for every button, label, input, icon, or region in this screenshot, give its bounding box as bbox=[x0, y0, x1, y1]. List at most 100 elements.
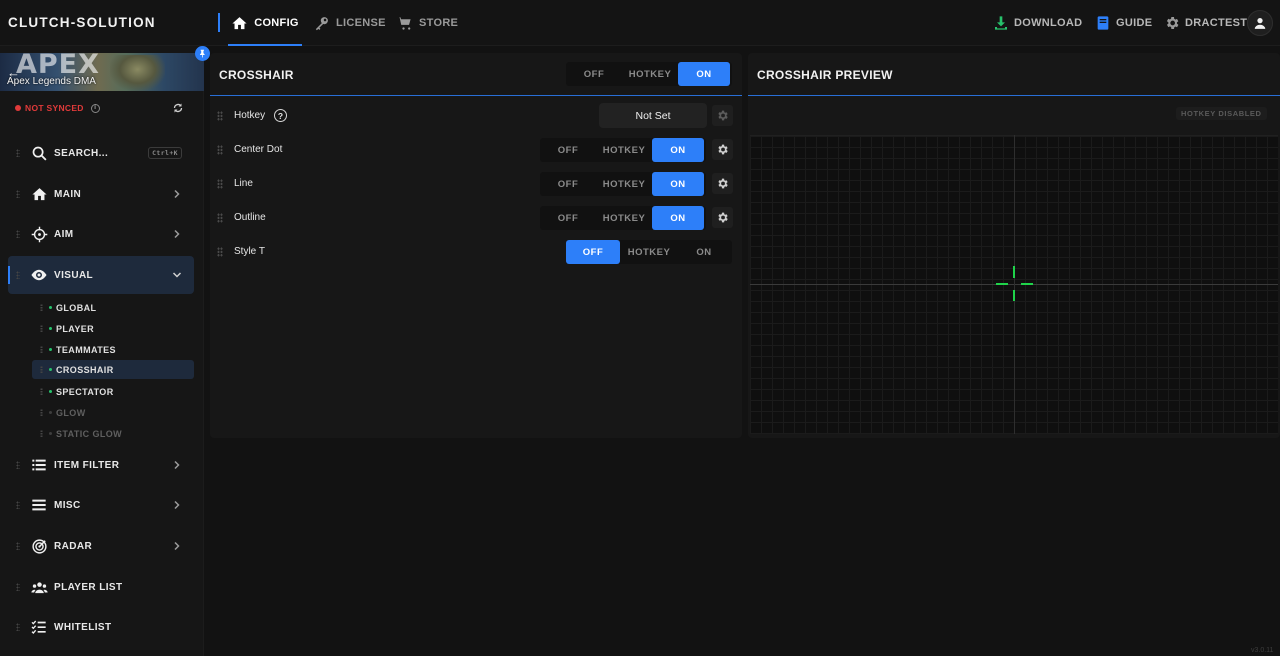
drag-handle-icon[interactable] bbox=[217, 247, 223, 257]
drag-handle-icon[interactable] bbox=[40, 430, 43, 437]
toggle-off-option[interactable]: OFF bbox=[540, 138, 596, 162]
toggle-hotkey-option[interactable]: HOTKEY bbox=[622, 62, 678, 86]
cart-icon bbox=[397, 16, 411, 30]
sidebar: APEX ← Apex Legends DMA NOT SYNCED i SEA… bbox=[0, 46, 204, 656]
drag-handle-icon[interactable] bbox=[217, 111, 223, 121]
tab-license[interactable]: LICENSE bbox=[313, 0, 386, 46]
sidebar-subitem-label: CROSSHAIR bbox=[56, 364, 114, 375]
sidebar-item-item-filter[interactable]: ITEM FILTER bbox=[8, 446, 194, 484]
drag-handle-icon[interactable] bbox=[16, 501, 20, 509]
menu-icon bbox=[30, 496, 48, 514]
drag-handle-icon[interactable] bbox=[217, 213, 223, 223]
drag-handle-icon[interactable] bbox=[40, 366, 43, 373]
drag-handle-icon[interactable] bbox=[16, 271, 20, 279]
drag-handle-icon[interactable] bbox=[217, 145, 223, 155]
style-t-toggle[interactable]: OFF HOTKEY ON bbox=[566, 240, 732, 264]
sidebar-subitem-crosshair[interactable]: CROSSHAIR bbox=[32, 360, 194, 379]
hotkey-bind-button[interactable]: Not Set bbox=[599, 103, 707, 128]
tab-store[interactable]: STORE bbox=[396, 0, 458, 46]
line-row-label: Line bbox=[234, 178, 253, 189]
sidebar-item-label: MAIN bbox=[54, 188, 82, 200]
tab-config[interactable]: CONFIG bbox=[228, 0, 302, 46]
sidebar-item-misc[interactable]: MISC bbox=[8, 486, 194, 524]
sidebar-subitem-player[interactable]: PLAYER bbox=[32, 319, 194, 338]
refresh-icon[interactable] bbox=[172, 102, 184, 114]
sidebar-item-main[interactable]: MAIN bbox=[8, 175, 194, 213]
gear-icon bbox=[718, 144, 728, 155]
radar-icon bbox=[30, 537, 48, 555]
status-dot-icon bbox=[15, 105, 21, 111]
sidebar-subitem-global[interactable]: GLOBAL bbox=[32, 298, 194, 317]
toggle-on-option[interactable]: ON bbox=[652, 172, 704, 196]
hotkey-settings-button[interactable] bbox=[712, 105, 733, 126]
gear-icon bbox=[718, 178, 728, 189]
avatar[interactable] bbox=[1247, 10, 1273, 36]
enabled-dot-icon bbox=[49, 306, 52, 309]
drag-handle-icon[interactable] bbox=[16, 623, 20, 631]
guide-button[interactable]: GUIDE bbox=[1095, 0, 1152, 46]
sidebar-item-visual[interactable]: VISUAL bbox=[8, 256, 194, 294]
sidebar-search[interactable]: SEARCH... Ctrl+K bbox=[8, 134, 194, 172]
sidebar-item-aim[interactable]: AIM bbox=[8, 215, 194, 253]
toggle-hotkey-option[interactable]: HOTKEY bbox=[620, 240, 678, 264]
outline-toggle[interactable]: OFF HOTKEY ON bbox=[540, 206, 706, 230]
toggle-hotkey-option[interactable]: HOTKEY bbox=[596, 138, 652, 162]
toggle-on-option[interactable]: ON bbox=[678, 240, 730, 264]
sidebar-subitem-label: TEAMMATES bbox=[56, 344, 116, 355]
crosshair-master-toggle[interactable]: OFF HOTKEY ON bbox=[566, 62, 732, 86]
account-settings-button[interactable]: DRACTEST bbox=[1164, 0, 1247, 46]
game-banner[interactable]: APEX ← Apex Legends DMA bbox=[0, 53, 204, 91]
tab-store-label: STORE bbox=[419, 17, 459, 29]
sidebar-item-player-list[interactable]: PLAYER LIST bbox=[8, 568, 194, 606]
toggle-hotkey-option[interactable]: HOTKEY bbox=[596, 172, 652, 196]
center-dot-toggle[interactable]: OFF HOTKEY ON bbox=[540, 138, 706, 162]
brand-logo[interactable]: CLUTCH-SOLUTION bbox=[8, 15, 156, 30]
drag-handle-icon[interactable] bbox=[16, 230, 20, 238]
toggle-on-option[interactable]: ON bbox=[652, 138, 704, 162]
preview-title: CROSSHAIR PREVIEW bbox=[757, 68, 893, 82]
drag-handle-icon[interactable] bbox=[40, 409, 43, 416]
toggle-off-option[interactable]: OFF bbox=[566, 240, 620, 264]
sidebar-item-radar[interactable]: RADAR bbox=[8, 527, 194, 565]
drag-handle-icon[interactable] bbox=[16, 190, 20, 198]
chevron-right-icon bbox=[174, 500, 180, 510]
chevron-right-icon bbox=[174, 229, 180, 239]
center-dot-settings-button[interactable] bbox=[712, 139, 733, 160]
toggle-off-option[interactable]: OFF bbox=[540, 206, 596, 230]
pin-icon[interactable] bbox=[195, 46, 210, 61]
toggle-hotkey-option[interactable]: HOTKEY bbox=[596, 206, 652, 230]
help-icon[interactable]: ? bbox=[274, 109, 287, 122]
toggle-on-option[interactable]: ON bbox=[652, 206, 704, 230]
toggle-off-option[interactable]: OFF bbox=[540, 172, 596, 196]
drag-handle-icon[interactable] bbox=[16, 542, 20, 550]
info-icon[interactable]: i bbox=[90, 103, 100, 113]
drag-handle-icon[interactable] bbox=[40, 346, 43, 353]
eye-icon bbox=[30, 266, 48, 284]
line-settings-button[interactable] bbox=[712, 173, 733, 194]
drag-handle-icon[interactable] bbox=[16, 583, 20, 591]
preview-axis-vertical bbox=[1014, 135, 1015, 434]
drag-handle-icon[interactable] bbox=[217, 179, 223, 189]
top-bar: CLUTCH-SOLUTION CONFIG LICENSE STORE DOW… bbox=[0, 0, 1280, 46]
drag-handle-icon[interactable] bbox=[40, 388, 43, 395]
sidebar-subitem-spectator[interactable]: SPECTATOR bbox=[32, 382, 194, 401]
crosshair-line-left bbox=[996, 283, 1008, 285]
chevron-right-icon bbox=[174, 541, 180, 551]
sidebar-subitem-static-glow[interactable]: STATIC GLOW bbox=[32, 424, 194, 443]
outline-settings-button[interactable] bbox=[712, 207, 733, 228]
sidebar-item-whitelist[interactable]: WHITELIST bbox=[8, 608, 194, 646]
sidebar-subitem-teammates[interactable]: TEAMMATES bbox=[32, 340, 194, 359]
drag-handle-icon[interactable] bbox=[16, 461, 20, 469]
drag-handle-icon[interactable] bbox=[40, 325, 43, 332]
sidebar-subitem-label: PLAYER bbox=[56, 323, 95, 334]
drag-handle-icon[interactable] bbox=[16, 149, 20, 157]
drag-handle-icon[interactable] bbox=[40, 304, 43, 311]
download-button[interactable]: DOWNLOAD bbox=[993, 0, 1082, 46]
chevron-down-icon bbox=[172, 272, 182, 278]
toggle-on-option[interactable]: ON bbox=[678, 62, 730, 86]
gear-icon bbox=[718, 212, 728, 223]
toggle-off-option[interactable]: OFF bbox=[566, 62, 622, 86]
line-toggle[interactable]: OFF HOTKEY ON bbox=[540, 172, 706, 196]
sidebar-subitem-glow[interactable]: GLOW bbox=[32, 403, 194, 422]
list-icon bbox=[30, 456, 48, 474]
